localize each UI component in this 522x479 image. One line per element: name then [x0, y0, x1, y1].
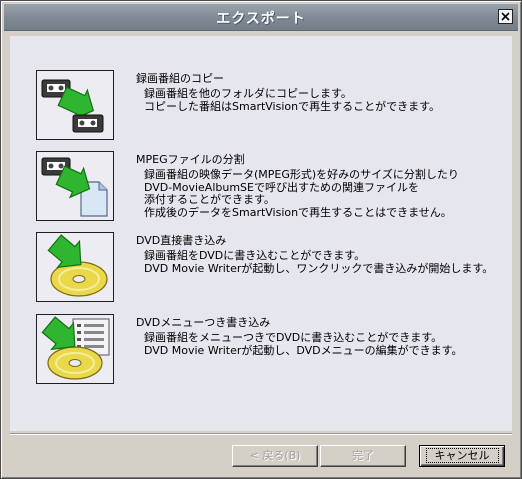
- option-description: 録画番組を他のフォルダにコピーします。 コピーした番組はSmartVisionで…: [144, 87, 441, 113]
- dvd-direct-write-button[interactable]: [36, 232, 114, 302]
- option-description: 録画番組の映像データ(MPEG形式)を好みのサイズに分割したり DVD-Movi…: [144, 168, 459, 219]
- option-title: MPEGファイルの分割: [136, 153, 245, 166]
- separator: [10, 433, 512, 435]
- dialog-title: エクスポート: [216, 11, 306, 27]
- description-line: DVD Movie Writerが起動し、ワンクリックで書き込みが開始します。: [144, 261, 494, 275]
- cancel-label: キャンセル: [425, 448, 499, 463]
- cancel-button[interactable]: キャンセル: [419, 445, 505, 467]
- description-line: 録画番組の映像データ(MPEG形式)を好みのサイズに分割したり: [144, 168, 459, 181]
- close-button[interactable]: [498, 9, 513, 24]
- description-line: DVD Movie Writerが起動し、DVDメニューの編集ができます。: [144, 343, 463, 357]
- recording-copy-button[interactable]: [36, 70, 114, 140]
- option-description: 録画番組をメニューつきでDVDに書き込むことができます。 DVD Movie W…: [144, 331, 463, 357]
- dvd-menu-write-icon: [41, 316, 110, 380]
- export-dialog: エクスポート 録画番組のコピー 録画番組を他のフォルダにコピーします。 コピーし…: [0, 0, 522, 479]
- mpeg-split-icon: [41, 157, 108, 217]
- option-title: DVDメニューつき書き込み: [136, 316, 271, 329]
- title-bar[interactable]: エクスポート: [4, 4, 518, 31]
- close-icon: [501, 12, 510, 21]
- description-line: 添付することができます。: [144, 193, 275, 206]
- description-line: 録画番組をメニューつきでDVDに書き込むことができます。: [144, 331, 443, 344]
- description-line: 作成後のデータをSmartVisionで再生することはできません。: [144, 205, 452, 219]
- dvd-write-icon: [47, 234, 108, 297]
- mpeg-split-button[interactable]: [36, 151, 114, 221]
- finish-button[interactable]: 完了: [320, 445, 406, 467]
- option-title: DVD直接書き込み: [136, 234, 227, 247]
- video-tape-copy-icon: [41, 79, 104, 133]
- back-button[interactable]: < 戻る(B): [232, 445, 318, 467]
- dvd-menu-write-button[interactable]: [36, 314, 114, 384]
- option-description: 録画番組をDVDに書き込むことができます。 DVD Movie Writerが起…: [144, 249, 494, 275]
- description-line: 録画番組をDVDに書き込むことができます。: [144, 249, 366, 262]
- export-options-panel: 録画番組のコピー 録画番組を他のフォルダにコピーします。 コピーした番組はSma…: [10, 36, 512, 431]
- option-title: 録画番組のコピー: [136, 72, 224, 85]
- description-line: コピーした番組はSmartVisionで再生することができます。: [144, 99, 441, 113]
- description-line: 録画番組を他のフォルダにコピーします。: [144, 87, 352, 100]
